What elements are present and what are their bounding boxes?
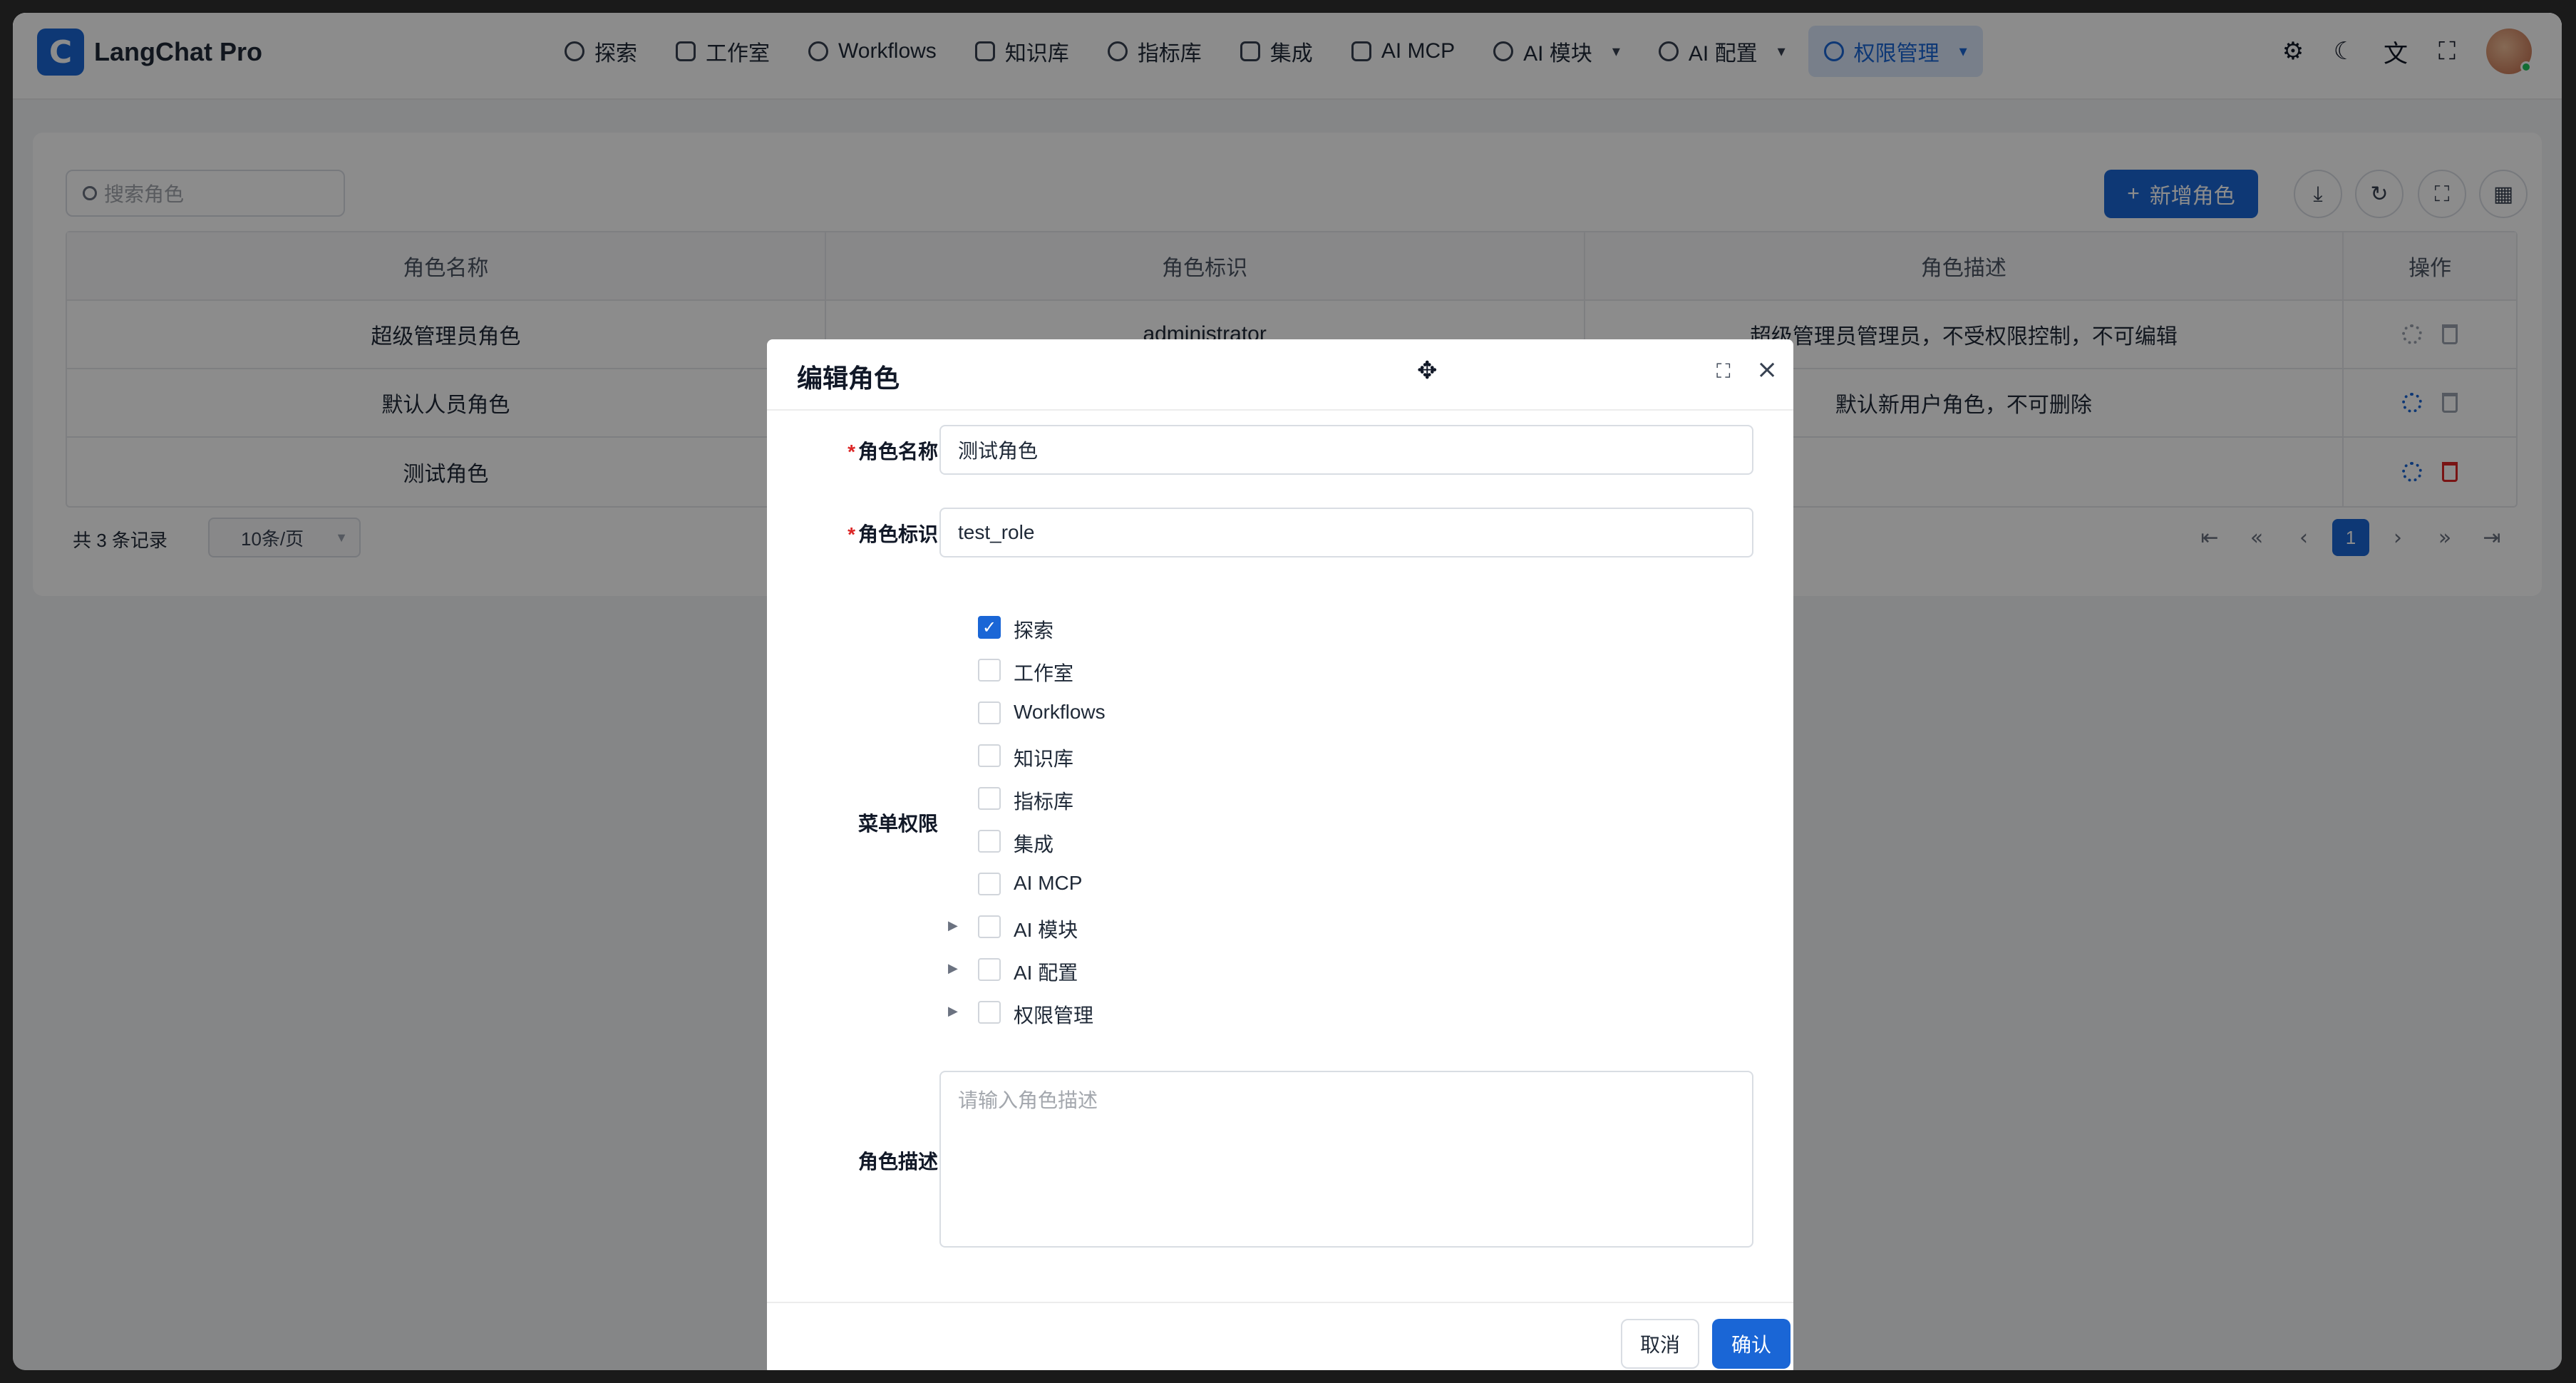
tree-node-metrics[interactable]: 指标库	[939, 777, 1510, 820]
tree-node-ai-mcp[interactable]: AI MCP	[939, 863, 1510, 905]
tree-node-label: 权限管理	[1014, 1004, 1094, 1027]
tree-node-permissions[interactable]: ▶ 权限管理	[939, 991, 1510, 1034]
menu-permission-tree: ✓ 探索 工作室 Workflows 知识库 指标库 集成 AI MCP ▶ A…	[939, 606, 1510, 1034]
role-desc-textarea[interactable]: 请输入角色描述	[939, 1071, 1753, 1248]
app-window: C LangChat Pro 探索 工作室 Workflows 知识库 指标库	[13, 13, 2562, 1370]
close-icon[interactable]: ×	[1756, 355, 1778, 384]
expand-arrow-icon[interactable]: ▶	[948, 961, 958, 976]
checkbox[interactable]	[978, 1001, 1001, 1024]
tree-node-explore[interactable]: ✓ 探索	[939, 606, 1510, 649]
dialog-footer: 取消 确认	[767, 1302, 1793, 1370]
tree-node-integration[interactable]: 集成	[939, 820, 1510, 863]
tree-node-workflows[interactable]: Workflows	[939, 692, 1510, 734]
tree-node-label: 知识库	[1014, 748, 1074, 770]
tree-node-label: AI 模块	[1014, 919, 1078, 941]
menu-permission-label: 菜单权限	[857, 813, 938, 835]
cancel-button[interactable]: 取消	[1621, 1319, 1699, 1369]
checkbox[interactable]	[978, 958, 1001, 981]
tree-node-label: 指标库	[1014, 791, 1074, 813]
checkbox[interactable]	[978, 701, 1001, 724]
tree-node-ai-module[interactable]: ▶ AI 模块	[939, 905, 1510, 948]
checkbox[interactable]	[978, 915, 1001, 938]
role-desc-label: 角色描述	[857, 1151, 938, 1173]
maximize-icon[interactable]: ⛶	[1716, 359, 1731, 384]
confirm-button[interactable]: 确认	[1712, 1319, 1791, 1369]
checkbox[interactable]: ✓	[978, 616, 1001, 639]
checkbox[interactable]	[978, 744, 1001, 767]
role-code-label: * 角色标识	[847, 523, 938, 545]
checkbox[interactable]	[978, 830, 1001, 853]
tree-node-label: 集成	[1014, 833, 1054, 855]
role-name-label: * 角色名称	[847, 441, 938, 463]
dialog-header: 编辑角色 ✥ ⛶ ×	[767, 339, 1793, 411]
tree-node-label: AI 配置	[1014, 962, 1078, 984]
expand-arrow-icon[interactable]: ▶	[948, 1004, 958, 1019]
dialog-title: 编辑角色	[797, 364, 900, 393]
expand-arrow-icon[interactable]: ▶	[948, 918, 958, 933]
tree-node-studio[interactable]: 工作室	[939, 649, 1510, 692]
checkbox[interactable]	[978, 659, 1001, 682]
drag-move-icon[interactable]: ✥	[1417, 356, 1438, 385]
required-mark: *	[847, 523, 855, 545]
tree-node-knowledge[interactable]: 知识库	[939, 734, 1510, 777]
tree-node-label: AI MCP	[1014, 872, 1083, 894]
tree-node-label: Workflows	[1014, 701, 1106, 723]
edit-role-dialog: 编辑角色 ✥ ⛶ × * 角色名称 测试角色 * 角色标识 test_role 菜单…	[767, 339, 1793, 1370]
checkbox[interactable]	[978, 787, 1001, 810]
required-mark: *	[847, 441, 855, 463]
role-name-input[interactable]: 测试角色	[939, 425, 1753, 475]
tree-node-ai-config[interactable]: ▶ AI 配置	[939, 948, 1510, 991]
tree-node-label: 工作室	[1014, 662, 1074, 684]
tree-node-label: 探索	[1014, 619, 1054, 642]
role-code-input[interactable]: test_role	[939, 508, 1753, 557]
checkbox[interactable]	[978, 873, 1001, 895]
